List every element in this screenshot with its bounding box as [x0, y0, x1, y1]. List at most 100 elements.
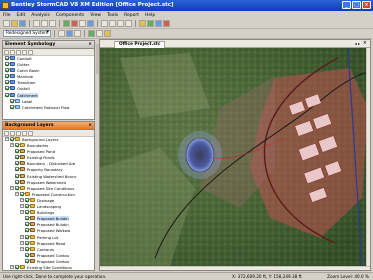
new-icon[interactable] — [3, 20, 10, 27]
conduit-tool-icon[interactable] — [155, 20, 162, 27]
maximize-button[interactable]: □ — [352, 1, 361, 9]
expand-toggle-icon[interactable]: − — [20, 246, 24, 251]
copy-icon[interactable] — [41, 20, 48, 27]
visibility-checkbox[interactable] — [15, 161, 19, 166]
profile-icon[interactable] — [96, 30, 103, 37]
close-icon[interactable]: × — [88, 41, 92, 49]
zoom-in-icon[interactable] — [101, 20, 108, 27]
add-icon[interactable] — [4, 50, 9, 55]
visibility-checkbox[interactable] — [15, 185, 19, 190]
cut-icon[interactable] — [33, 20, 40, 27]
move-down-icon[interactable] — [28, 131, 33, 136]
graph-icon[interactable] — [87, 20, 94, 27]
move-up-icon[interactable] — [22, 50, 27, 55]
expand-toggle-icon[interactable]: − — [20, 197, 24, 202]
visibility-checkbox[interactable] — [5, 74, 9, 79]
visibility-checkbox[interactable] — [25, 258, 29, 263]
visibility-checkbox[interactable] — [15, 179, 19, 184]
toolbar-separator — [59, 20, 60, 27]
minimize-button[interactable]: _ — [342, 1, 351, 9]
visibility-checkbox[interactable] — [15, 167, 19, 172]
menu-components[interactable]: Components — [56, 13, 84, 18]
menu-analysis[interactable]: Analysis — [31, 13, 50, 18]
folder-icon — [30, 204, 35, 209]
open-icon[interactable] — [11, 20, 18, 27]
visibility-checkbox[interactable] — [25, 216, 29, 221]
expand-toggle-icon[interactable]: − — [20, 210, 24, 215]
visibility-checkbox[interactable] — [25, 246, 29, 251]
pan-icon[interactable] — [125, 20, 132, 27]
zoom-out-icon[interactable] — [109, 20, 116, 27]
visibility-checkbox[interactable] — [5, 86, 9, 91]
close-tab-icon[interactable]: × — [363, 40, 367, 47]
alternatives-icon[interactable] — [66, 30, 73, 37]
visibility-checkbox[interactable] — [25, 204, 29, 209]
color-coding-icon[interactable] — [104, 30, 111, 37]
visibility-checkbox[interactable] — [15, 149, 19, 154]
properties-icon[interactable] — [16, 50, 21, 55]
menu-tools[interactable]: Tools — [107, 13, 118, 18]
catchment-tool-icon[interactable] — [139, 20, 146, 27]
visibility-checkbox[interactable] — [15, 143, 19, 148]
tree-item[interactable]: − Existing Site Conditions — [3, 264, 94, 270]
visibility-checkbox[interactable] — [5, 56, 9, 60]
visibility-checkbox[interactable] — [5, 92, 9, 97]
visibility-checkbox[interactable] — [10, 98, 14, 103]
visibility-checkbox[interactable] — [5, 80, 9, 85]
properties-icon[interactable] — [16, 131, 21, 136]
zoom-extents-icon[interactable] — [117, 20, 124, 27]
visibility-checkbox[interactable] — [15, 264, 19, 269]
scenario-select[interactable]: Redesigned System — [3, 30, 51, 37]
visibility-checkbox[interactable] — [10, 104, 14, 109]
validate-icon[interactable] — [71, 20, 78, 27]
calculation-options-icon[interactable] — [74, 30, 81, 37]
expand-toggle-icon[interactable]: − — [15, 191, 19, 196]
menu-file[interactable]: File — [3, 13, 11, 18]
visibility-checkbox[interactable] — [25, 197, 29, 202]
expand-toggle-icon[interactable]: − — [20, 204, 24, 209]
outfall-tool-icon[interactable] — [163, 20, 170, 27]
scenario-icon[interactable] — [58, 30, 65, 37]
expand-toggle-icon[interactable]: − — [10, 143, 14, 148]
add-icon[interactable] — [4, 131, 9, 136]
menu-view[interactable]: View — [90, 13, 101, 18]
tree-item[interactable]: Catchment Rational Flow — [3, 104, 94, 111]
manhole-tool-icon[interactable] — [147, 20, 154, 27]
visibility-checkbox[interactable] — [25, 210, 29, 215]
compute-icon[interactable] — [63, 20, 70, 27]
expand-toggle-icon[interactable]: − — [20, 240, 24, 245]
move-up-icon[interactable] — [22, 131, 27, 136]
visibility-checkbox[interactable] — [25, 234, 29, 239]
delete-icon[interactable] — [10, 131, 15, 136]
flextable-icon[interactable] — [88, 30, 95, 37]
save-icon[interactable] — [19, 20, 26, 27]
paste-icon[interactable] — [49, 20, 56, 27]
tab-scroll-icon[interactable]: ◂ ▸ — [355, 40, 360, 47]
menu-edit[interactable]: Edit — [17, 13, 26, 18]
delete-icon[interactable] — [10, 50, 15, 55]
visibility-checkbox[interactable] — [25, 228, 29, 233]
expand-toggle-icon[interactable]: − — [10, 264, 14, 269]
report-icon[interactable] — [79, 20, 86, 27]
map-canvas[interactable] — [100, 48, 370, 266]
visibility-checkbox[interactable] — [5, 62, 9, 67]
menu-help[interactable]: Help — [145, 13, 155, 18]
visibility-checkbox[interactable] — [25, 252, 29, 257]
move-down-icon[interactable] — [28, 50, 33, 55]
visibility-checkbox[interactable] — [20, 191, 24, 196]
close-button[interactable]: × — [362, 1, 371, 9]
visibility-checkbox[interactable] — [25, 240, 29, 245]
visibility-checkbox[interactable] — [10, 137, 14, 141]
visibility-checkbox[interactable] — [15, 155, 19, 160]
expand-toggle-icon[interactable]: − — [20, 234, 24, 239]
visibility-checkbox[interactable] — [5, 68, 9, 73]
menu-report[interactable]: Report — [124, 13, 139, 18]
tab-office-project[interactable]: Office Project.stc — [114, 41, 166, 48]
expand-toggle-icon[interactable]: − — [10, 185, 14, 190]
horizontal-scrollbar[interactable] — [100, 266, 370, 270]
expand-toggle-icon[interactable]: − — [5, 137, 9, 141]
visibility-checkbox[interactable] — [25, 222, 29, 227]
close-icon[interactable]: × — [88, 122, 92, 130]
visibility-checkbox[interactable] — [15, 173, 19, 178]
vertical-scrollbar[interactable] — [366, 48, 370, 266]
